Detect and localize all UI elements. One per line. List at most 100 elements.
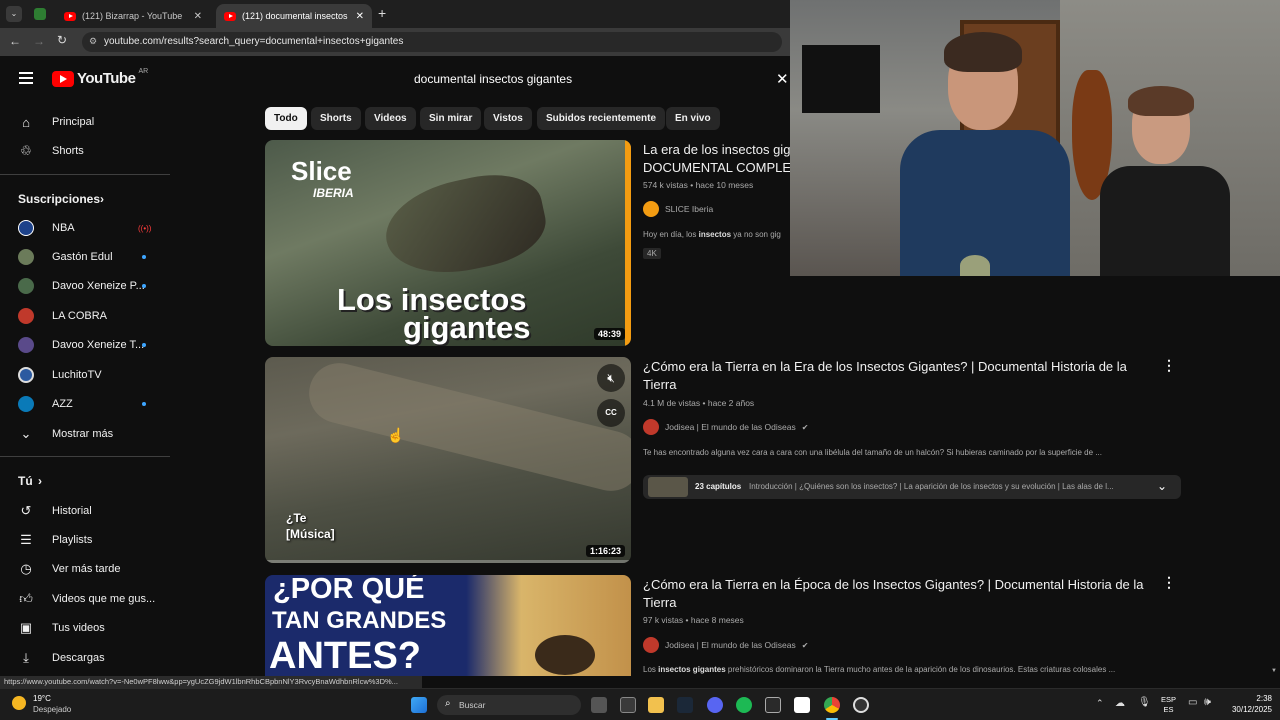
mute-button[interactable]: 🔇︎ — [597, 364, 625, 392]
sidebar-item-watch-later[interactable]: ◷ Ver más tarde — [0, 555, 170, 583]
steam-icon[interactable] — [677, 697, 693, 713]
sidebar-item-davoo-p[interactable]: Davoo Xeneize P... — [0, 272, 170, 300]
video-thumbnail[interactable]: Slice IBERIA Los insectos gigantes 48:39 — [265, 140, 631, 346]
sidebar-item-label: Tus videos — [52, 622, 105, 634]
tab-list-icon[interactable]: ⌄ — [6, 6, 22, 22]
sidebar-item-label: Playlists — [52, 534, 93, 546]
show-more-button[interactable]: ⌄ Mostrar más — [0, 420, 170, 448]
chip-shorts[interactable]: Shorts — [311, 107, 361, 130]
more-options-icon[interactable]: ⋮ — [1162, 357, 1176, 374]
sidebar-item-shorts[interactable]: ♲ Shorts — [0, 137, 170, 165]
youtube-favicon-icon — [224, 11, 236, 21]
chip-todo[interactable]: Todo — [265, 107, 307, 130]
sidebar-item-downloads[interactable]: ⤓ Descargas — [0, 644, 170, 672]
weather-widget[interactable]: 19°C Despejado — [8, 694, 88, 716]
hair — [944, 32, 1022, 72]
network-icon[interactable]: ▭ — [1188, 697, 1197, 708]
video-title[interactable]: La era de los insectos gig DOCUMENTAL CO… — [643, 141, 790, 177]
sidebar-item-gaston-edul[interactable]: Gastón Edul — [0, 243, 170, 271]
close-tab-icon[interactable]: ✕ — [356, 11, 364, 22]
thumbnail-title-2: gigantes — [403, 310, 531, 345]
sidebar-item-label: Principal — [52, 116, 95, 128]
sidebar-item-la-cobra[interactable]: LA COBRA — [0, 302, 170, 330]
clear-search-icon[interactable]: ✕ — [776, 70, 789, 88]
sidebar-item-liked[interactable]: 👍︎ Videos que me gus... — [0, 585, 170, 613]
chapters-row[interactable]: 23 capítulos Introducción | ¿Quiénes son… — [643, 475, 1181, 499]
sidebar-item-playlists[interactable]: ☰ Playlists — [0, 526, 170, 554]
discord-icon[interactable] — [707, 697, 723, 713]
tab-bizarrap[interactable]: (121) Bizarrap - YouTube ✕ — [56, 4, 210, 28]
more-options-icon[interactable]: ⋮ — [1162, 574, 1176, 591]
reload-icon[interactable]: ↻ — [57, 33, 67, 47]
sidebar-item-luchitotv[interactable]: LuchitoTV — [0, 361, 170, 389]
tray-chevron-icon[interactable]: ⌃ — [1096, 698, 1104, 709]
scrollbar[interactable]: ▼ — [1271, 276, 1277, 676]
taskbar-search[interactable]: ⌕ Buscar — [437, 695, 581, 715]
video-meta: 574 k vistas • hace 10 meses — [643, 180, 754, 190]
chip-subidos-recientemente[interactable]: Subidos recientemente — [537, 107, 666, 130]
clock[interactable]: 2:38 30/12/2025 — [1224, 693, 1272, 715]
menu-icon[interactable] — [19, 72, 33, 84]
chip-videos[interactable]: Videos — [365, 107, 416, 130]
chrome-icon[interactable] — [824, 697, 840, 713]
new-tab-icon[interactable]: + — [378, 5, 386, 21]
weather-icon — [12, 696, 26, 710]
you-header[interactable]: Tú › — [0, 467, 170, 495]
capcut-icon[interactable] — [794, 697, 810, 713]
clock-time: 2:38 — [1256, 694, 1272, 703]
video-title[interactable]: ¿Cómo era la Tierra en la Era de los Ins… — [643, 358, 1163, 394]
sidebar-item-azz[interactable]: AZZ — [0, 390, 170, 418]
channel-row[interactable]: SLICE Iberia — [643, 201, 713, 217]
captions-button[interactable]: CC — [597, 399, 625, 427]
windows-start-icon[interactable] — [411, 697, 427, 713]
store-icon[interactable] — [620, 697, 636, 713]
progress-bar[interactable] — [265, 560, 631, 563]
cloud-icon[interactable]: ☁ — [1115, 698, 1125, 709]
scroll-down-icon[interactable]: ▼ — [1271, 668, 1277, 674]
sidebar-item-your-videos[interactable]: ▣ Tus videos — [0, 614, 170, 642]
weather-desc: Despejado — [33, 705, 72, 714]
microphone-icon[interactable]: 🎙︎ — [1138, 697, 1151, 708]
channel-avatar — [643, 419, 659, 435]
tab-label: (121) Bizarrap - YouTube — [82, 11, 183, 21]
sidebar-item-davoo-t[interactable]: Davoo Xeneize T... — [0, 331, 170, 359]
extension-tab-icon[interactable] — [34, 8, 46, 20]
url-field[interactable]: ⚙ youtube.com/results?search_query=docum… — [82, 32, 782, 52]
sidebar-item-historial[interactable]: ↺ Historial — [0, 497, 170, 525]
channel-row[interactable]: Jodisea | El mundo de las Odiseas ✔ — [643, 419, 808, 435]
video-thumbnail-preview[interactable]: 🔇︎ CC ¿Te [Música] ☝ 1:16:23 — [265, 357, 631, 563]
epic-games-icon[interactable] — [765, 697, 781, 713]
country-code: AR — [138, 68, 149, 75]
subscriptions-header[interactable]: Suscripciones › — [0, 185, 170, 213]
close-tab-icon[interactable]: ✕ — [194, 11, 202, 22]
site-info-icon[interactable]: ⚙ — [89, 36, 97, 47]
sidebar-item-label: Shorts — [52, 145, 84, 157]
desc-text: prehistóricos dominaron la Tierra mucho … — [725, 665, 1116, 674]
video-thumbnail[interactable]: ¿POR QUÉ TAN GRANDES ANTES? — [265, 575, 631, 676]
sidebar-item-principal[interactable]: ⌂ Principal — [0, 108, 170, 136]
channel-row[interactable]: Jodisea | El mundo de las Odiseas ✔ — [643, 637, 808, 653]
youtube-logo[interactable]: YouTube AR — [52, 68, 149, 87]
sidebar-item-label: Davoo Xeneize P... — [52, 280, 145, 292]
tab-documental[interactable]: (121) documental insectos gig... ✕ — [216, 4, 372, 28]
task-view-icon[interactable] — [591, 697, 607, 713]
chip-en-vivo[interactable]: En vivo — [666, 107, 720, 130]
search-value: documental insectos gigantes — [414, 72, 573, 86]
video-title[interactable]: ¿Cómo era la Tierra en la Época de los I… — [643, 576, 1163, 612]
search-input[interactable]: documental insectos gigantes — [402, 66, 802, 92]
back-icon[interactable]: ← — [9, 34, 21, 48]
video-title-line-2: DOCUMENTAL COMPLET — [643, 160, 790, 175]
volume-icon[interactable]: 🕪︎ — [1204, 696, 1211, 709]
sidebar-item-nba[interactable]: NBA ((•)) — [0, 214, 170, 242]
obs-icon[interactable] — [853, 697, 869, 713]
file-explorer-icon[interactable] — [648, 697, 664, 713]
forward-icon[interactable]: → — [33, 34, 45, 48]
chip-vistos[interactable]: Vistos — [484, 107, 532, 130]
language-indicator[interactable]: ESP ES — [1161, 695, 1176, 715]
chapters-count: 23 capítulos — [695, 482, 742, 491]
spotify-icon[interactable] — [736, 697, 752, 713]
url-text: youtube.com/results?search_query=documen… — [104, 36, 404, 47]
chevron-down-icon[interactable]: ⌄ — [1157, 479, 1167, 493]
chip-sin-mirar[interactable]: Sin mirar — [420, 107, 482, 130]
video-description: Te has encontrado alguna vez cara a cara… — [643, 448, 1102, 457]
